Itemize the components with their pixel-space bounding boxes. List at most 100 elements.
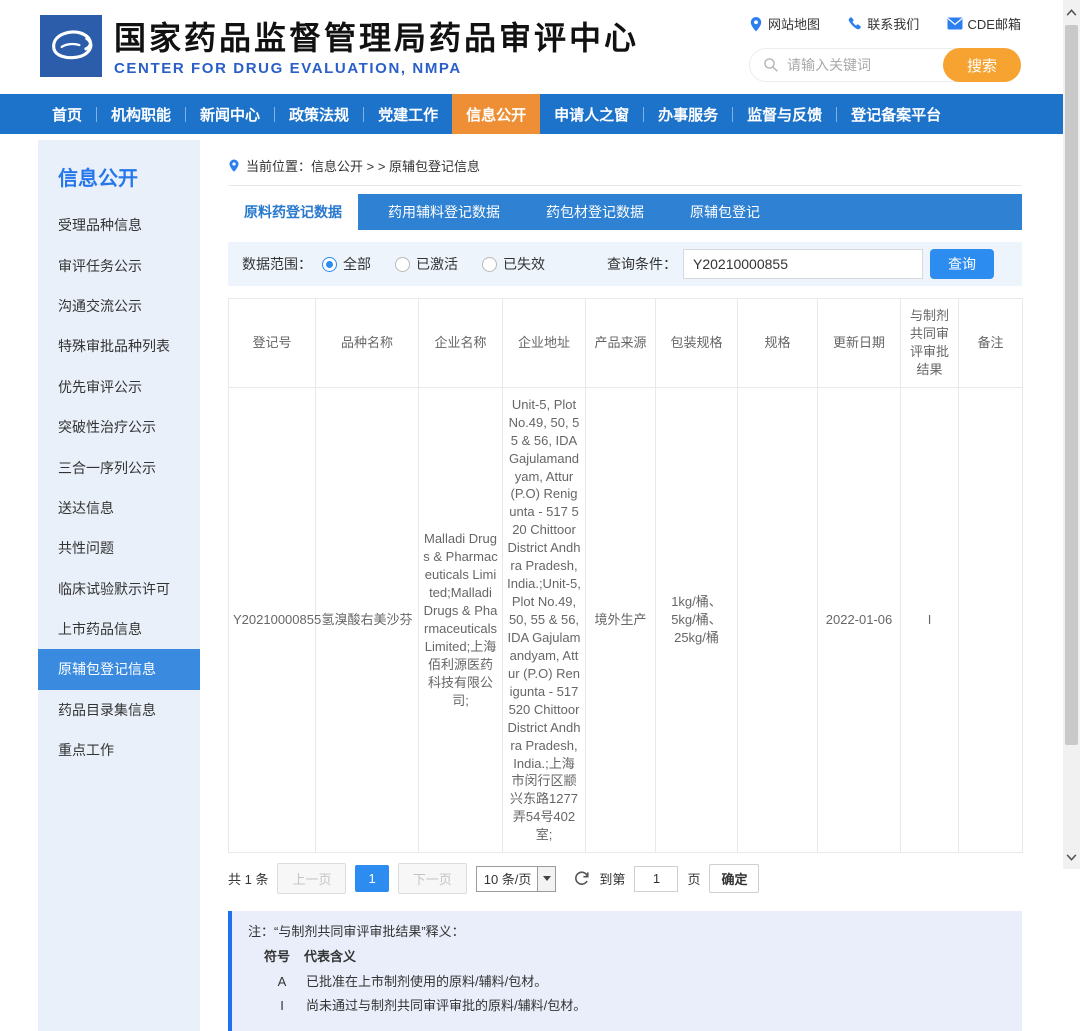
col-update-date: 更新日期 [818,299,901,388]
goto-page-input[interactable] [634,866,678,892]
note-meaning-i: 尚未通过与制剂共同审评审批的原料/辅料/包材。 [306,998,586,1013]
nav-item-functions[interactable]: 机构职能 [97,94,185,134]
nav-item-services[interactable]: 办事服务 [644,94,732,134]
sidebar-item-accepted-varieties[interactable]: 受理品种信息 [38,205,200,245]
scroll-down-icon[interactable] [1063,847,1080,867]
sidebar-item-common-issues[interactable]: 共性问题 [38,528,200,568]
sidebar-item-special-approval[interactable]: 特殊审批品种列表 [38,326,200,366]
col-product-source: 产品来源 [586,299,656,388]
swan-swirl-icon [43,18,99,74]
nav-item-news[interactable]: 新闻中心 [186,94,274,134]
nav-item-party[interactable]: 党建工作 [364,94,452,134]
scope-label: 数据范围： [242,254,312,274]
sidebar-item-three-in-one[interactable]: 三合一序列公示 [38,447,200,487]
query-input[interactable] [683,249,923,279]
nav-item-supervision[interactable]: 监督与反馈 [733,94,836,134]
cell-variety-name: 氢溴酸右美沙芬 [316,387,419,852]
map-pin-icon [749,16,763,32]
sidebar: 信息公开 受理品种信息 审评任务公示 沟通交流公示 特殊审批品种列表 优先审评公… [38,140,200,1031]
note-col-symbol: 符号 [264,949,290,964]
total-count: 共 1 条 [228,869,268,888]
nav-item-info-disclosure[interactable]: 信息公开 [452,94,540,134]
breadcrumb-text: 当前位置：信息公开 > > 原辅包登记信息 [246,156,480,175]
cell-spec [738,387,818,852]
search-placeholder: 请输入关键词 [787,55,871,75]
cde-mail-label: CDE邮箱 [968,14,1021,33]
cde-mail-link[interactable]: CDE邮箱 [947,14,1021,33]
sidebar-item-communication[interactable]: 沟通交流公示 [38,286,200,326]
table-row: Y20210000855 氢溴酸右美沙芬 Malladi Drugs & Pha… [229,387,1023,852]
cell-update-date: 2022-01-06 [818,387,901,852]
site-title-block: 国家药品监督管理局药品审评中心 CENTER FOR DRUG EVALUATI… [114,20,639,77]
tab-excipient-registration-data[interactable]: 药用辅料登记数据 [372,194,516,230]
sidebar-item-priority-review[interactable]: 优先审评公示 [38,367,200,407]
mail-icon [947,17,963,30]
breadcrumb: 当前位置：信息公开 > > 原辅包登记信息 [228,140,1022,186]
radio-all-icon[interactable] [322,257,337,272]
legend-note: 注：“与制剂共同审评审批结果”释义： 符号代表含义 A已批准在上市制剂使用的原料… [228,911,1022,1031]
nav-item-registration-platform[interactable]: 登记备案平台 [837,94,955,134]
phone-icon [847,16,862,31]
note-column-headers: 符号代表含义 [248,945,1006,970]
sidebar-item-key-work[interactable]: 重点工作 [38,730,200,770]
table-header-row: 登记号 品种名称 企业名称 企业地址 产品来源 包装规格 规格 更新日期 与制剂… [229,299,1023,388]
tab-raw-material-registration[interactable]: 原辅包登记 [674,194,776,230]
contact-link[interactable]: 联系我们 [847,14,919,33]
col-registration-no: 登记号 [229,299,316,388]
tabs-bar: 原料药登记数据 药用辅料登记数据 药包材登记数据 原辅包登记 [228,194,1022,230]
col-company-name: 企业名称 [419,299,503,388]
col-company-address: 企业地址 [503,299,586,388]
search-button[interactable]: 搜索 [943,48,1021,82]
chevron-down-icon [543,876,551,881]
select-arrow-box[interactable] [537,867,555,891]
cell-remarks [959,387,1023,852]
scope-radio-group: 全部 已激活 已失效 [322,254,545,274]
note-col-meaning: 代表含义 [304,949,356,964]
sidebar-item-drug-catalog[interactable]: 药品目录集信息 [38,690,200,730]
scrollbar-thumb[interactable] [1065,25,1078,745]
col-joint-review-result: 与制剂共同审评审批结果 [901,299,959,388]
sidebar-item-breakthrough-therapy[interactable]: 突破性治疗公示 [38,407,200,447]
sitemap-label: 网站地图 [768,14,820,33]
goto-label: 到第 [599,869,625,888]
radio-activated[interactable]: 已激活 [395,254,458,274]
nav-item-home[interactable]: 首页 [38,94,96,134]
page-1-button[interactable]: 1 [355,865,388,892]
radio-expired-icon[interactable] [482,257,497,272]
search-icon [763,57,779,73]
contact-label: 联系我们 [867,14,919,33]
sidebar-item-marketed-drugs[interactable]: 上市药品信息 [38,609,200,649]
nav-item-applicant[interactable]: 申请人之窗 [540,94,643,134]
sidebar-item-clinical-trial-license[interactable]: 临床试验默示许可 [38,569,200,609]
sidebar-item-delivery-info[interactable]: 送达信息 [38,488,200,528]
nav-item-policy[interactable]: 政策法规 [275,94,363,134]
col-packaging-spec: 包装规格 [656,299,738,388]
note-row-i: I尚未通过与制剂共同审评审批的原料/辅料/包材。 [248,994,1006,1019]
cell-company-address: Unit-5, Plot No.49, 50, 55 & 56, IDA Gaj… [503,387,586,852]
page-size-select[interactable]: 10 条/页 [476,866,557,892]
results-table: 登记号 品种名称 企业名称 企业地址 产品来源 包装规格 规格 更新日期 与制剂… [228,298,1023,853]
refresh-icon[interactable] [573,870,590,887]
scroll-up-icon[interactable] [1063,2,1080,22]
cde-logo [40,15,102,77]
location-pin-icon [228,158,240,173]
tab-packaging-registration-data[interactable]: 药包材登记数据 [530,194,660,230]
radio-activated-icon[interactable] [395,257,410,272]
next-page-button[interactable]: 下一页 [398,863,467,894]
tab-api-registration-data[interactable]: 原料药登记数据 [228,194,358,230]
quick-links: 网站地图 联系我们 [749,14,1021,33]
note-symbol-a: A [274,970,290,995]
cell-packaging-spec: 1kg/桶、5kg/桶、25kg/桶 [656,387,738,852]
query-button[interactable]: 查询 [930,249,994,279]
vertical-scrollbar[interactable] [1063,0,1080,869]
main-nav: 首页 机构职能 新闻中心 政策法规 党建工作 信息公开 申请人之窗 办事服务 监… [0,94,1063,134]
header-right: 网站地图 联系我们 [749,14,1021,82]
note-title: 注：“与制剂共同审评审批结果”释义： [248,920,1006,945]
site-subtitle: CENTER FOR DRUG EVALUATION, NMPA [114,60,639,77]
prev-page-button[interactable]: 上一页 [277,863,346,894]
sidebar-item-review-tasks[interactable]: 审评任务公示 [38,245,200,285]
radio-expired[interactable]: 已失效 [482,254,545,274]
sidebar-item-raw-material-registration[interactable]: 原辅包登记信息 [38,649,200,689]
radio-all[interactable]: 全部 [322,254,371,274]
sitemap-link[interactable]: 网站地图 [749,14,820,33]
